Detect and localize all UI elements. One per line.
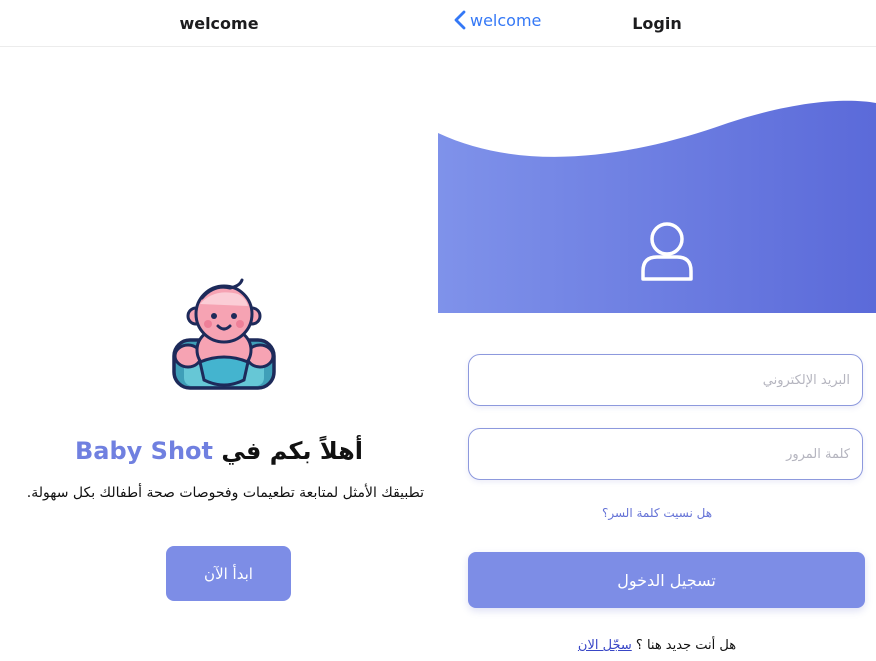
welcome-screen: welcome أهلاً بكم في Baby Shot تطبيقك ال… (0, 0, 438, 661)
login-button[interactable]: تسجيل الدخول (468, 552, 865, 608)
email-input[interactable] (469, 355, 862, 405)
back-label: welcome (470, 10, 542, 30)
brand-name: Baby Shot (75, 437, 214, 465)
nav-bar: Login welcome (438, 0, 876, 47)
chevron-left-icon (454, 10, 466, 30)
forgot-password-link[interactable]: هل نسيت كلمة السر؟ (438, 506, 876, 520)
password-field[interactable] (468, 428, 863, 480)
nav-title: welcome (179, 14, 259, 33)
start-now-button[interactable]: ابدأ الآن (166, 546, 291, 601)
heading-prefix: أهلاً بكم في (221, 437, 363, 465)
baby-icon (172, 278, 276, 390)
nav-bar: welcome (0, 0, 438, 47)
back-button[interactable]: welcome (454, 10, 541, 30)
register-row: هل أنت جديد هنا ؟ سجّل الان (438, 638, 876, 653)
welcome-heading: أهلاً بكم في Baby Shot (0, 437, 438, 465)
register-link[interactable]: سجّل الان (578, 638, 632, 653)
user-icon (641, 222, 693, 281)
welcome-description: تطبيقك الأمثل لمتابعة تطعيمات وفحوصات صح… (26, 485, 424, 501)
login-screen: Login welcome هل نسيت كلمة السر؟ تسجيل ا… (438, 0, 876, 661)
email-field[interactable] (468, 354, 863, 406)
password-input[interactable] (469, 429, 862, 479)
register-prompt: هل أنت جديد هنا ؟ (635, 638, 737, 653)
